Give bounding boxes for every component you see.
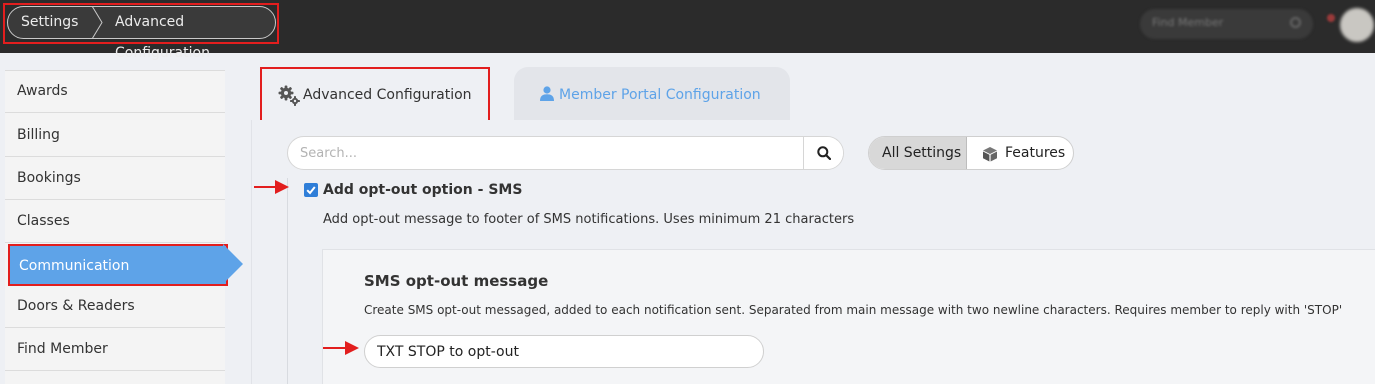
search-icon (1290, 17, 1301, 28)
sidebar-item-label: Bookings (17, 170, 81, 186)
tab-label: Member Portal Configuration (559, 87, 761, 103)
option-title: Add opt-out option - SMS (323, 182, 523, 198)
settings-filter-toggle: All Settings Features (868, 136, 1074, 170)
sidebar-item-label: Billing (17, 127, 60, 143)
top-bar: Settings Advanced Configuration Find Mem… (0, 0, 1375, 61)
sidebar-item-bookings[interactable]: Bookings (5, 158, 225, 200)
sub-setting-description: Create SMS opt-out messaged, added to ea… (364, 303, 1343, 317)
find-member-search[interactable]: Find Member (1140, 9, 1313, 39)
annotation-arrow (254, 180, 289, 194)
sidebar-item-communication[interactable]: Communication (8, 244, 228, 286)
user-icon (540, 86, 554, 101)
breadcrumb-advanced-configuration[interactable]: Advanced Configuration (115, 7, 275, 61)
sidebar-item-classes[interactable]: Classes (5, 201, 225, 243)
sms-opt-out-message-field (364, 335, 764, 368)
search-button[interactable] (803, 137, 843, 169)
breadcrumb: Settings Advanced Configuration (7, 6, 276, 61)
cube-icon (983, 147, 997, 162)
all-settings-button[interactable]: All Settings (869, 137, 967, 169)
search-icon (817, 146, 831, 160)
breadcrumb-separator-icon (91, 6, 103, 39)
annotation-highlight-tab (260, 67, 490, 123)
sidebar-item-billing[interactable]: Billing (5, 115, 225, 157)
sidebar-item-doors-readers[interactable]: Doors & Readers (5, 286, 225, 328)
section-divider (287, 178, 288, 384)
sms-opt-out-message-input[interactable] (377, 343, 747, 361)
tab-member-portal-configuration[interactable]: Member Portal Configuration (514, 67, 790, 121)
sub-setting-title: SMS opt-out message (364, 272, 549, 290)
sidebar-item-label: Find Member (17, 341, 108, 357)
option-description: Add opt-out message to footer of SMS not… (323, 212, 855, 227)
sidebar-item-label: Communication (19, 258, 130, 274)
opt-out-sms-checkbox[interactable] (304, 183, 318, 197)
sidebar-item-find-member[interactable]: Find Member (5, 329, 225, 371)
settings-sidebar: Awards Billing Bookings Classes Communic… (5, 70, 228, 384)
find-member-placeholder: Find Member (1152, 16, 1224, 29)
sidebar-item-label: Doors & Readers (17, 298, 135, 314)
features-button[interactable]: Features (967, 137, 1073, 169)
search-input[interactable] (300, 144, 800, 162)
avatar[interactable] (1340, 8, 1374, 42)
sidebar-item-awards[interactable]: Awards (5, 71, 225, 113)
sidebar-item-label: Classes (17, 213, 70, 229)
all-settings-label: All Settings (882, 145, 962, 161)
annotation-arrow (323, 341, 359, 355)
settings-search (287, 136, 844, 170)
notification-dot[interactable] (1327, 14, 1335, 22)
breadcrumb-settings[interactable]: Settings (21, 7, 78, 38)
checkmark-icon (306, 186, 316, 195)
sidebar-active-pointer (223, 244, 243, 284)
features-label: Features (1005, 145, 1066, 161)
sidebar-item-label: Awards (17, 83, 68, 99)
